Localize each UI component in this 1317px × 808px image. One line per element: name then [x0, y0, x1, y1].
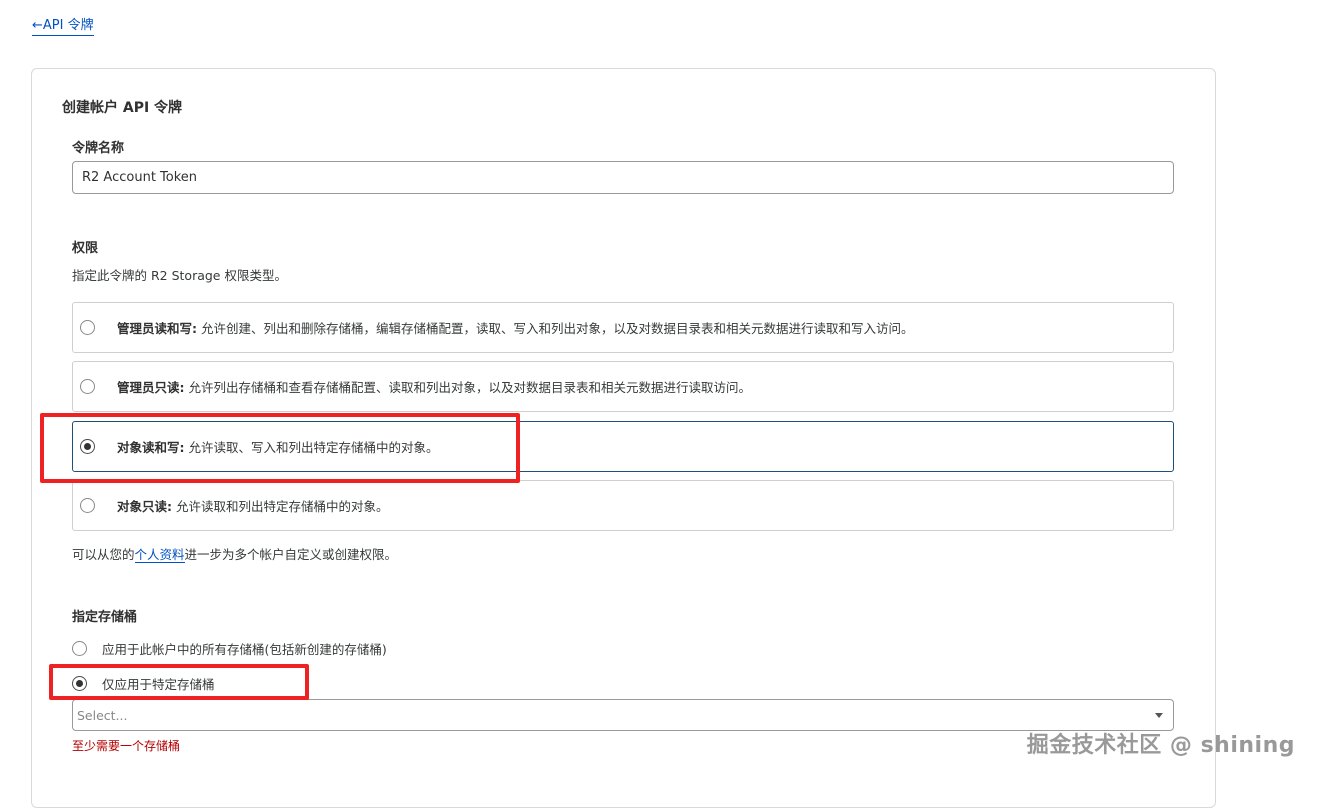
- token-name-input[interactable]: [72, 161, 1174, 194]
- watermark: 掘金技术社区 @ shining: [1026, 733, 1295, 758]
- bucket-option-specific[interactable]: 仅应用于特定存储桶: [72, 674, 215, 693]
- radio-button[interactable]: [80, 379, 95, 394]
- bucket-option-all[interactable]: 应用于此帐户中的所有存储桶(包括新创建的存储桶): [72, 639, 387, 658]
- radio-button-checked[interactable]: [80, 439, 95, 454]
- permissions-label: 权限: [72, 241, 99, 256]
- chevron-down-icon: [1155, 712, 1163, 718]
- permission-desc: 允许读取、写入和列出特定存储桶中的对象。: [184, 440, 439, 455]
- bucket-select[interactable]: Select...: [72, 699, 1174, 731]
- radio-dot: [84, 443, 91, 450]
- bucket-option-label: 应用于此帐户中的所有存储桶(包括新创建的存储桶): [102, 642, 387, 657]
- permission-title: 对象只读:: [117, 499, 172, 514]
- radio-button-checked[interactable]: [72, 676, 87, 691]
- radio-button[interactable]: [80, 320, 95, 335]
- bucket-option-label: 仅应用于特定存储桶: [102, 677, 215, 692]
- permission-desc: 允许读取和列出特定存储桶中的对象。: [172, 499, 389, 514]
- permissions-description: 指定此令牌的 R2 Storage 权限类型。: [72, 268, 287, 283]
- permission-title: 管理员读和写:: [117, 321, 197, 336]
- permission-admin-read-write[interactable]: 管理员读和写: 允许创建、列出和删除存储桶，编辑存储桶配置，读取、写入和列出对象…: [72, 302, 1174, 353]
- bucket-error-message: 至少需要一个存储桶: [72, 739, 181, 753]
- profile-link[interactable]: 个人资料: [134, 547, 185, 563]
- footer-prefix: 可以从您的: [72, 547, 135, 562]
- permission-object-read-write[interactable]: 对象读和写: 允许读取、写入和列出特定存储桶中的对象。: [72, 421, 1174, 472]
- page-title: 创建帐户 API 令牌: [62, 100, 183, 116]
- token-name-label: 令牌名称: [72, 141, 125, 156]
- permission-desc: 允许列出存储桶和查看存储桶配置、读取和列出对象，以及对数据目录表和相关元数据进行…: [184, 380, 751, 395]
- back-to-api-tokens-link[interactable]: ←API 令牌: [32, 17, 94, 36]
- permission-object-read-only[interactable]: 对象只读: 允许读取和列出特定存储桶中的对象。: [72, 480, 1174, 531]
- permission-desc: 允许创建、列出和删除存储桶，编辑存储桶配置，读取、写入和列出对象，以及对数据目录…: [197, 321, 914, 336]
- radio-button[interactable]: [72, 641, 87, 656]
- radio-dot: [76, 680, 83, 687]
- permission-title: 对象读和写:: [117, 440, 185, 455]
- footer-suffix: 进一步为多个帐户自定义或创建权限。: [184, 547, 398, 562]
- radio-button[interactable]: [80, 498, 95, 513]
- buckets-label: 指定存储桶: [72, 610, 138, 625]
- permission-title: 管理员只读:: [117, 380, 185, 395]
- permission-admin-read-only[interactable]: 管理员只读: 允许列出存储桶和查看存储桶配置、读取和列出对象，以及对数据目录表和…: [72, 361, 1174, 412]
- bucket-select-placeholder: Select...: [77, 707, 128, 723]
- permissions-footer: 可以从您的个人资料进一步为多个帐户自定义或创建权限。: [72, 544, 397, 563]
- create-token-card: 创建帐户 API 令牌 令牌名称 权限 指定此令牌的 R2 Storage 权限…: [31, 68, 1216, 808]
